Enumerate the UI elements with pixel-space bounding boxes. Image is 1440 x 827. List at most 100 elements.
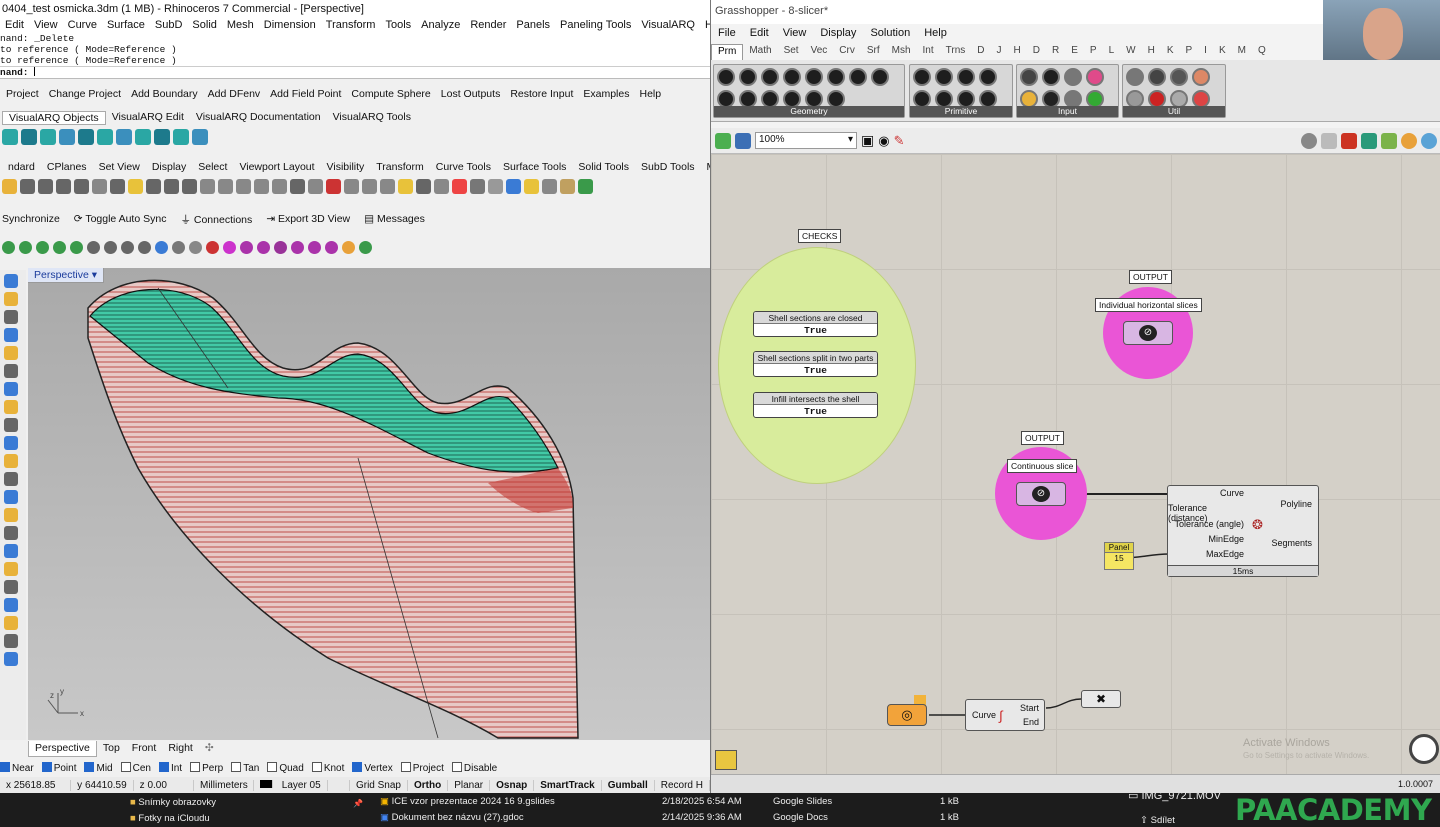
connections-button[interactable]: ⏚ Connections (180, 212, 252, 227)
component-icon[interactable] (761, 68, 779, 86)
visualarq-tool-icon[interactable] (116, 129, 132, 145)
gh-tab[interactable]: K (1161, 44, 1180, 60)
gh-tab[interactable]: Int (917, 44, 940, 60)
grasshopper-sync-icon[interactable] (257, 240, 270, 254)
grid-snap-toggle[interactable]: Grid Snap (350, 779, 408, 791)
record-history-toggle[interactable]: Record H (655, 779, 710, 791)
menu-item-curve[interactable]: Curve (63, 17, 102, 33)
visualarq-tab[interactable]: VisualARQ Objects (2, 111, 106, 125)
gh-canvas[interactable]: CHECKS Shell sections are closed True Sh… (711, 154, 1440, 774)
osnap-tan[interactable]: Tan (231, 762, 259, 774)
menu-item-visualarq[interactable]: VisualARQ (636, 17, 700, 33)
checkbox[interactable] (120, 762, 131, 772)
osnap-int[interactable]: Int (158, 762, 182, 774)
toolbar-tab[interactable]: Viewport Layout (233, 161, 320, 173)
standard-tool-icon[interactable] (56, 178, 71, 194)
visualarq-tool-icon[interactable] (2, 129, 18, 145)
gh-tab[interactable]: M (1232, 44, 1252, 60)
export-3d-view-button[interactable]: ⇥ Export 3D View (266, 213, 350, 225)
standard-tool-icon[interactable] (2, 178, 17, 194)
standard-tool-icon[interactable] (434, 178, 449, 194)
standard-tool-icon[interactable] (236, 178, 251, 194)
left-tool-icon[interactable] (4, 472, 18, 486)
input-port[interactable]: Curve (1220, 488, 1244, 498)
toolbar-tab[interactable]: ndard (2, 161, 41, 173)
gh-menu-edit[interactable]: Edit (743, 26, 776, 42)
checkbox[interactable] (352, 762, 363, 772)
standard-tool-icon[interactable] (200, 178, 215, 194)
synchronize-button[interactable]: Synchronize (2, 213, 60, 225)
menu-item-tools[interactable]: Tools (380, 17, 416, 33)
standard-tool-icon[interactable] (524, 178, 539, 194)
standard-tool-icon[interactable] (560, 178, 575, 194)
grasshopper-sync-icon[interactable] (291, 240, 304, 254)
gh-tab[interactable]: K (1213, 44, 1232, 60)
grasshopper-sync-icon[interactable] (53, 240, 66, 254)
gh-tab[interactable]: D (971, 44, 990, 60)
component-icon[interactable] (871, 68, 889, 86)
grasshopper-sync-icon[interactable] (206, 240, 219, 254)
left-tool-icon[interactable] (4, 292, 18, 306)
visualarq-tab[interactable]: VisualARQ Edit (106, 111, 190, 125)
output-port[interactable]: Start (1020, 703, 1039, 713)
grasshopper-sync-icon[interactable] (19, 240, 32, 254)
left-tool-icon[interactable] (4, 400, 18, 414)
menu-item-transform[interactable]: Transform (321, 17, 381, 33)
menu-item-surface[interactable]: Surface (102, 17, 150, 33)
toolbar-tab[interactable]: Display (146, 161, 192, 173)
command-prompt[interactable]: nand: (0, 66, 710, 78)
standard-tool-icon[interactable] (218, 178, 233, 194)
osnap-near[interactable]: Near (0, 762, 34, 774)
gh-tab[interactable]: Vec (805, 44, 834, 60)
left-tool-icon[interactable] (4, 418, 18, 432)
gh-tab[interactable]: H (1008, 44, 1027, 60)
standard-tool-icon[interactable] (128, 178, 143, 194)
visualarq-tab[interactable]: VisualARQ Tools (327, 111, 417, 125)
checkbox[interactable] (158, 762, 169, 772)
toolbar-tab[interactable]: SubD Tools (635, 161, 701, 173)
toolbar-tab[interactable]: Curve Tools (430, 161, 497, 173)
component-icon[interactable] (957, 68, 975, 86)
grasshopper-sync-icon[interactable] (189, 240, 202, 254)
left-tool-icon[interactable] (4, 490, 18, 504)
number-panel[interactable]: Panel 15 (1104, 542, 1134, 570)
left-tool-icon[interactable] (4, 454, 18, 468)
standard-tool-icon[interactable] (38, 178, 53, 194)
standard-tool-icon[interactable] (110, 178, 125, 194)
checkbox[interactable] (84, 762, 95, 772)
checkbox[interactable] (400, 762, 411, 772)
toolbar-tab[interactable]: Select (192, 161, 233, 173)
grasshopper-sync-icon[interactable] (359, 240, 372, 254)
visualarq-tool-icon[interactable] (21, 129, 37, 145)
grasshopper-sync-icon[interactable] (308, 240, 321, 254)
gh-tab[interactable]: R (1046, 44, 1065, 60)
grasshopper-sync-icon[interactable] (2, 240, 15, 254)
folder-item[interactable]: ■ Fotky na iCloudu (130, 813, 210, 824)
menu-item-panels[interactable]: Panels (511, 17, 555, 33)
component-icon[interactable] (1020, 68, 1038, 86)
checkbox[interactable] (190, 762, 201, 772)
folder-item[interactable]: ■ Snímky obrazovky (130, 797, 216, 808)
menu-item-paneling-tools[interactable]: Paneling Tools (555, 17, 636, 33)
standard-tool-icon[interactable] (506, 178, 521, 194)
standard-tool-icon[interactable] (290, 178, 305, 194)
gh-tab[interactable]: Crv (833, 44, 861, 60)
grasshopper-sync-icon[interactable] (155, 240, 168, 254)
osnap-disable[interactable]: Disable (451, 762, 497, 774)
menu-item-solid[interactable]: Solid (187, 17, 221, 33)
gh-menu-display[interactable]: Display (813, 26, 863, 42)
component-icon[interactable] (805, 68, 823, 86)
osnap-point[interactable]: Point (41, 762, 76, 774)
toolbar-tab[interactable]: Visibility (321, 161, 371, 173)
component-icon[interactable] (913, 68, 931, 86)
standard-tool-icon[interactable] (362, 178, 377, 194)
standard-tool-icon[interactable] (488, 178, 503, 194)
left-tool-icon[interactable] (4, 436, 18, 450)
standard-tool-icon[interactable] (380, 178, 395, 194)
zoom-level-select[interactable]: 100% ▾ (755, 132, 857, 149)
grasshopper-sync-icon[interactable] (274, 240, 287, 254)
navigation-compass-icon[interactable] (1409, 734, 1439, 764)
curve-to-polyline-component[interactable]: Curve Tolerance (distance) Tolerance (an… (1167, 485, 1319, 577)
gh-tab[interactable]: E (1065, 44, 1084, 60)
menu-item-edit[interactable]: Edit (0, 17, 29, 33)
